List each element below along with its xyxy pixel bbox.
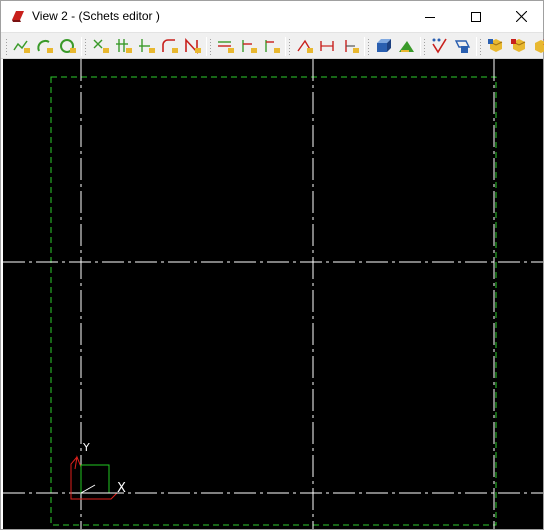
sketch-editor-window: View 2 - (Schets editor ) X Y: [0, 0, 544, 530]
perpendicular-button[interactable]: [261, 36, 281, 56]
maximize-icon: [471, 11, 481, 22]
material-edit-button[interactable]: [508, 36, 528, 56]
revolve-button[interactable]: [396, 36, 416, 56]
toolbar-separator: [285, 37, 286, 56]
point-snap-icon: [93, 39, 109, 53]
material-remove-icon: [535, 39, 544, 53]
drawing-canvas[interactable]: X Y: [3, 59, 543, 529]
triad-green-plane: [80, 464, 110, 494]
toolbar-grip[interactable]: [288, 38, 291, 55]
circle-arc-button[interactable]: [57, 36, 77, 56]
delete-segment-button[interactable]: [182, 36, 202, 56]
dimension-horizontal-button[interactable]: [317, 36, 337, 56]
material-add-icon: [488, 39, 503, 52]
polyline-icon: [13, 40, 30, 53]
toolbar-grip[interactable]: [84, 38, 87, 55]
arc-button[interactable]: [34, 36, 54, 56]
trim-icon: [139, 39, 155, 53]
fillet-icon: [162, 39, 178, 53]
polyline-button[interactable]: [11, 36, 31, 56]
material-add-button[interactable]: [485, 36, 505, 56]
maximize-button[interactable]: [453, 1, 499, 32]
toolbar-grip[interactable]: [209, 38, 212, 55]
toolbar-separator: [420, 37, 421, 56]
sketch-boundary: [50, 76, 497, 526]
minimize-icon: [425, 16, 435, 18]
toolbar-grip[interactable]: [479, 38, 482, 55]
intersect-icon: [116, 39, 132, 53]
check-sketch-icon: [432, 38, 447, 54]
perpendicular-icon: [265, 40, 280, 53]
toolbar-separator: [206, 37, 207, 56]
check-sketch-button[interactable]: [429, 36, 449, 56]
toolbar-separator: [364, 37, 365, 56]
circle-arc-icon: [60, 39, 76, 53]
close-button[interactable]: [498, 1, 544, 32]
toolbar-separator: [476, 37, 477, 56]
material-remove-button[interactable]: [531, 36, 544, 56]
sketch-toolbar: [1, 32, 544, 59]
dimension-horizontal-icon: [320, 41, 334, 51]
offset-lines-icon: [218, 41, 234, 53]
toolbar-grip[interactable]: [367, 38, 370, 55]
app-logo-icon: [10, 8, 26, 24]
triad-x-diag: [80, 484, 96, 494]
intersect-button[interactable]: [113, 36, 133, 56]
parallel-button[interactable]: [238, 36, 258, 56]
coordinate-triad: X Y: [70, 441, 126, 500]
dimension-angle-button[interactable]: [294, 36, 314, 56]
sketch-plane-icon: [454, 40, 471, 53]
fillet-button[interactable]: [159, 36, 179, 56]
trim-button[interactable]: [136, 36, 156, 56]
delete-segment-icon: [185, 37, 201, 55]
triad-x-label: X: [117, 481, 126, 496]
toolbar-grip[interactable]: [423, 38, 426, 55]
arc-icon: [37, 39, 53, 53]
toolbar-grip[interactable]: [5, 38, 8, 55]
sketch-drawing: X Y: [3, 59, 543, 529]
title-bar[interactable]: View 2 - (Schets editor ): [1, 1, 543, 32]
dimension-angle-icon: [297, 39, 313, 53]
triad-y-label: Y: [82, 441, 90, 454]
extrude-button[interactable]: [373, 36, 393, 56]
parallel-icon: [242, 40, 257, 53]
toolbar-separator: [81, 37, 82, 56]
offset-lines-button[interactable]: [215, 36, 235, 56]
extrude-icon: [377, 39, 391, 52]
point-snap-button[interactable]: [90, 36, 110, 56]
close-icon: [515, 11, 527, 22]
dimension-vertical-icon: [345, 40, 359, 53]
dimension-vertical-button[interactable]: [340, 36, 360, 56]
material-edit-icon: [511, 39, 526, 52]
window-title: View 2 - (Schets editor ): [32, 9, 160, 23]
revolve-icon: [399, 41, 414, 52]
sketch-plane-button[interactable]: [452, 36, 472, 56]
minimize-button[interactable]: [407, 1, 453, 32]
